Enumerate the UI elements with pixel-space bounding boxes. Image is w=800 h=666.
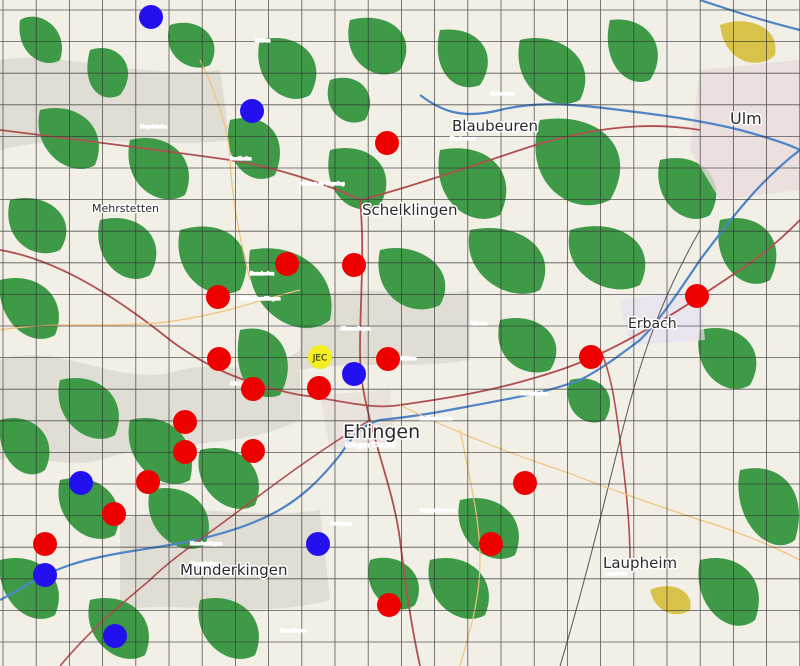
svg-text:Seißen: Seißen	[255, 38, 270, 44]
blue-marker[interactable]	[103, 624, 127, 648]
svg-text:Allmendingen: Allmendingen	[340, 326, 371, 332]
svg-text:Schaiblishausen: Schaiblishausen	[420, 508, 456, 514]
jec-marker-label: JEC	[312, 354, 328, 364]
svg-text:Weilersteußlingen: Weilersteußlingen	[240, 296, 281, 302]
svg-text:Ennahofen: Ennahofen	[250, 271, 274, 277]
red-marker[interactable]	[241, 439, 265, 463]
blue-marker[interactable]	[69, 471, 93, 495]
red-marker[interactable]	[513, 471, 537, 495]
label-mehrstetten: Mehrstetten	[92, 202, 159, 215]
blue-marker[interactable]	[139, 5, 163, 29]
svg-text:Dettingen: Dettingen	[330, 521, 352, 527]
label-munderkingen: Munderkingen	[180, 561, 288, 579]
svg-text:Emerkingen: Emerkingen	[280, 628, 307, 634]
svg-text:Mühlen: Mühlen	[400, 356, 417, 362]
red-marker[interactable]	[479, 532, 503, 556]
map-view[interactable]: Seißen Sontheim Hausen ob Urspring Magol…	[0, 0, 800, 666]
red-marker[interactable]	[173, 440, 197, 464]
svg-text:Hausen ob Urspring: Hausen ob Urspring	[300, 181, 345, 187]
svg-text:Gerhausen: Gerhausen	[490, 91, 515, 97]
red-marker[interactable]	[275, 252, 299, 276]
blue-marker[interactable]	[342, 362, 366, 386]
red-marker[interactable]	[342, 253, 366, 277]
red-marker[interactable]	[206, 285, 230, 309]
label-schelklingen: Schelklingen	[362, 201, 457, 219]
map-canvas[interactable]: Seißen Sontheim Hausen ob Urspring Magol…	[0, 0, 800, 666]
svg-text:Dintenhofen: Dintenhofen	[520, 391, 548, 397]
svg-text:Blaubeuren: Blaubeuren	[450, 136, 476, 142]
svg-text:Magolsheim: Magolsheim	[140, 124, 167, 130]
label-laupheim: Laupheim	[603, 554, 677, 572]
label-ehingen-donau: Ehingen (Donau)	[345, 442, 396, 449]
red-marker[interactable]	[377, 593, 401, 617]
blue-marker[interactable]	[33, 563, 57, 587]
svg-text:Herbertshofen: Herbertshofen	[420, 416, 453, 422]
red-marker[interactable]	[579, 345, 603, 369]
red-marker[interactable]	[173, 410, 197, 434]
svg-text:Munderkingen: Munderkingen	[190, 541, 222, 547]
red-marker[interactable]	[375, 131, 399, 155]
label-erbach: Erbach	[628, 316, 677, 332]
red-marker[interactable]	[376, 347, 400, 371]
red-marker[interactable]	[207, 347, 231, 371]
red-marker[interactable]	[241, 377, 265, 401]
label-blaubeuren: Blaubeuren	[452, 117, 538, 135]
red-marker[interactable]	[102, 502, 126, 526]
red-marker[interactable]	[307, 376, 331, 400]
label-ulm: Ulm	[730, 109, 762, 128]
red-marker[interactable]	[685, 284, 709, 308]
svg-text:Sontheim: Sontheim	[230, 156, 251, 162]
blue-marker[interactable]	[306, 532, 330, 556]
blue-marker[interactable]	[240, 99, 264, 123]
red-marker[interactable]	[33, 532, 57, 556]
svg-text:Altheim: Altheim	[470, 321, 487, 327]
label-ehingen: Ehingen	[343, 421, 420, 443]
red-marker[interactable]	[136, 470, 160, 494]
